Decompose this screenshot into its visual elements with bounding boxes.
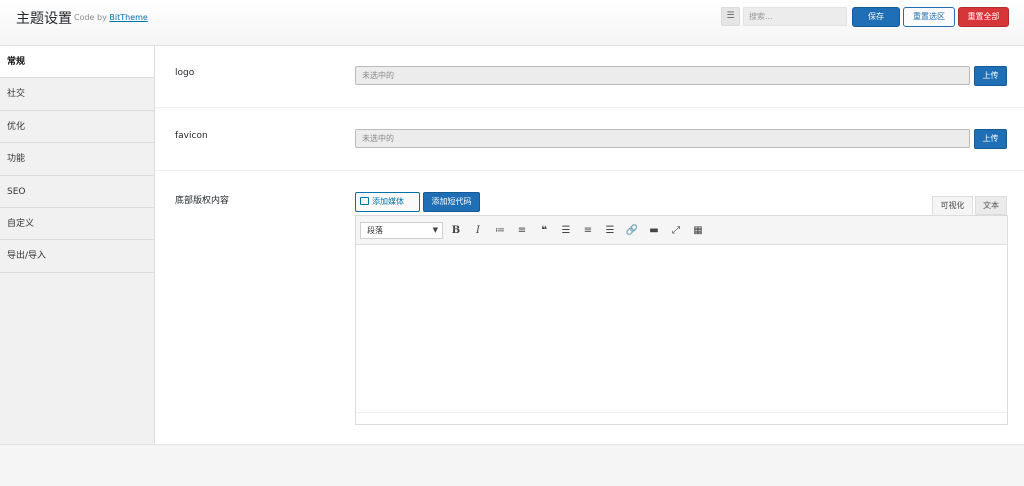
rich-text-editor: 段落 ▼ B I ≔ ≡ ❝ ☰ ≡ ☰ 🔗 ▬ ⤢ ▦: [355, 215, 1008, 425]
editor-content[interactable]: [356, 246, 1007, 412]
sidebar-item-seo[interactable]: SEO: [0, 175, 154, 208]
sidebar-item-features[interactable]: 功能: [0, 143, 154, 176]
editor-status-bar: [356, 412, 1007, 424]
editor-toolbar: 段落 ▼ B I ≔ ≡ ❝ ☰ ≡ ☰ 🔗 ▬ ⤢ ▦: [356, 216, 1007, 245]
sidebar-item-custom[interactable]: 自定义: [0, 207, 154, 241]
tab-text[interactable]: 文本: [975, 196, 1007, 215]
align-center-icon[interactable]: ≡: [580, 222, 596, 239]
toolbar-toggle-icon[interactable]: ▦: [690, 222, 706, 239]
credit-text: Code by BitTheme: [74, 13, 148, 22]
align-right-icon[interactable]: ☰: [602, 222, 618, 239]
reset-section-button[interactable]: 重置选区: [903, 7, 955, 27]
row-divider: [155, 107, 1024, 108]
link-icon[interactable]: 🔗: [624, 222, 640, 239]
brand-link[interactable]: BitTheme: [109, 13, 147, 22]
save-button[interactable]: 保存: [852, 7, 900, 27]
search-input[interactable]: 搜索...: [743, 7, 847, 26]
blockquote-icon[interactable]: ❝: [536, 222, 552, 239]
code-by-text: Code by: [74, 13, 107, 22]
logo-label: logo: [175, 68, 195, 78]
favicon-label: favicon: [175, 131, 208, 141]
read-more-icon[interactable]: ▬: [646, 222, 662, 239]
paragraph-format-select[interactable]: 段落 ▼: [360, 222, 443, 239]
footer-copyright-label: 底部版权内容: [175, 196, 230, 206]
logo-input[interactable]: 未选中的: [355, 66, 970, 85]
add-media-button[interactable]: 添加媒体: [355, 192, 420, 212]
header: 主题设置 Code by BitTheme ☰ 搜索... 保存 重置选区 重置…: [0, 0, 1024, 46]
add-media-label: 添加媒体: [372, 197, 404, 206]
logo-upload-button[interactable]: 上传: [974, 66, 1007, 86]
settings-panel: logo 未选中的 上传 favicon 未选中的 上传 底部版权内容 添加媒体…: [155, 46, 1024, 444]
align-left-icon[interactable]: ☰: [558, 222, 574, 239]
row-divider: [155, 170, 1024, 171]
sidebar-item-optimize[interactable]: 优化: [0, 110, 154, 144]
tab-visual[interactable]: 可视化: [932, 196, 973, 215]
favicon-input[interactable]: 未选中的: [355, 129, 970, 148]
add-shortcode-button[interactable]: 添加短代码: [423, 192, 480, 212]
bullet-list-icon[interactable]: ≔: [492, 222, 508, 239]
sidebar-item-general[interactable]: 常规: [0, 46, 154, 79]
format-select-value: 段落: [367, 226, 383, 235]
bold-icon[interactable]: B: [448, 222, 464, 239]
italic-icon[interactable]: I: [470, 222, 486, 239]
sidebar: 常规 社交 优化 功能 SEO 自定义 导出/导入: [0, 46, 155, 444]
media-icon: [360, 197, 369, 205]
sidebar-item-export-import[interactable]: 导出/导入: [0, 240, 154, 273]
page-title: 主题设置: [16, 11, 72, 27]
numbered-list-icon[interactable]: ≡: [514, 222, 530, 239]
footer-bar: [0, 444, 1024, 486]
fullscreen-icon[interactable]: ⤢: [668, 222, 684, 239]
sidebar-item-social[interactable]: 社交: [0, 78, 154, 111]
favicon-upload-button[interactable]: 上传: [974, 129, 1007, 149]
list-icon[interactable]: ☰: [721, 7, 740, 26]
chevron-down-icon: ▼: [432, 226, 438, 234]
reset-all-button[interactable]: 重置全部: [958, 7, 1009, 27]
